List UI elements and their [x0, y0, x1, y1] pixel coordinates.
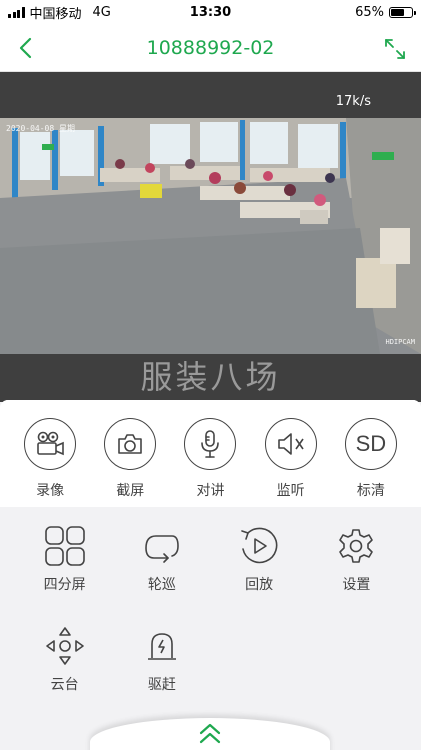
quality-label: 标清 [356, 483, 385, 499]
ptz-direction-icon [43, 624, 87, 668]
expel-label: 驱赶 [147, 677, 176, 693]
quad-screen-icon [43, 524, 87, 568]
signal-icon [8, 6, 25, 18]
screenshot-button[interactable]: 截屏 [95, 418, 165, 507]
gear-icon [334, 524, 378, 568]
quad-screen-label: 四分屏 [43, 577, 86, 593]
double-chevron-up-icon [199, 723, 221, 744]
video-camera-icon [24, 418, 77, 470]
device-title: 10888992-02 [146, 36, 275, 59]
intercom-button[interactable]: 对讲 [175, 418, 245, 507]
battery-percent: 65% [355, 4, 384, 20]
settings-button[interactable]: 设置 [308, 524, 405, 594]
carrier-label: 中国移动 [29, 6, 82, 22]
battery-icon [389, 6, 416, 18]
playback-icon [237, 524, 281, 568]
quick-controls: 录像 截屏 对讲 监听 SD 标清 [0, 400, 421, 507]
speaker-mute-icon [264, 418, 317, 470]
record-button[interactable]: 录像 [15, 418, 85, 507]
camera-watermark: HDIPCAM [385, 338, 415, 346]
control-panel: 录像 截屏 对讲 监听 SD 标清 四分屏 轮巡 回放 设置 云台 驱赶 [0, 400, 421, 750]
playback-button[interactable]: 回放 [211, 524, 308, 594]
bitrate-label: 17k/s [335, 94, 371, 109]
playback-label: 回放 [245, 577, 274, 593]
quality-button[interactable]: SD 标清 [336, 418, 406, 507]
nav-bar: 10888992-02 [0, 24, 421, 72]
video-player[interactable]: 17k/s 2020-04-08 星期 HDIPCAM 服装八场 [0, 72, 421, 402]
camera-icon [104, 418, 157, 470]
camera-feed[interactable]: 2020-04-08 星期 HDIPCAM [0, 118, 421, 354]
listen-label: 监听 [276, 483, 305, 499]
camera-feed-image [0, 118, 421, 354]
sd-icon-text: SD [355, 431, 387, 456]
panel-collapse-handle[interactable] [90, 718, 330, 750]
ptz-button[interactable]: 云台 [16, 624, 113, 694]
settings-label: 设置 [342, 577, 371, 593]
function-grid: 四分屏 轮巡 回放 设置 云台 驱赶 [0, 524, 421, 694]
loop-icon [140, 524, 184, 568]
camera-name: 服装八场 [140, 358, 281, 396]
patrol-button[interactable]: 轮巡 [113, 524, 210, 594]
chevron-left-icon[interactable] [14, 36, 38, 60]
expand-icon[interactable] [383, 37, 407, 61]
status-bar: 中国移动 4G 13:30 65% [0, 0, 421, 24]
sd-icon: SD [344, 418, 397, 470]
record-label: 录像 [36, 483, 65, 499]
ptz-label: 云台 [50, 677, 79, 693]
intercom-label: 对讲 [196, 483, 225, 499]
listen-button[interactable]: 监听 [256, 418, 326, 507]
quad-screen-button[interactable]: 四分屏 [16, 524, 113, 594]
screenshot-label: 截屏 [116, 483, 145, 499]
network-label: 4G [92, 4, 111, 20]
expel-button[interactable]: 驱赶 [113, 624, 210, 694]
patrol-label: 轮巡 [147, 577, 176, 593]
microphone-icon [184, 418, 237, 470]
video-timestamp: 2020-04-08 星期 [6, 124, 75, 133]
alarm-light-icon [140, 624, 184, 668]
